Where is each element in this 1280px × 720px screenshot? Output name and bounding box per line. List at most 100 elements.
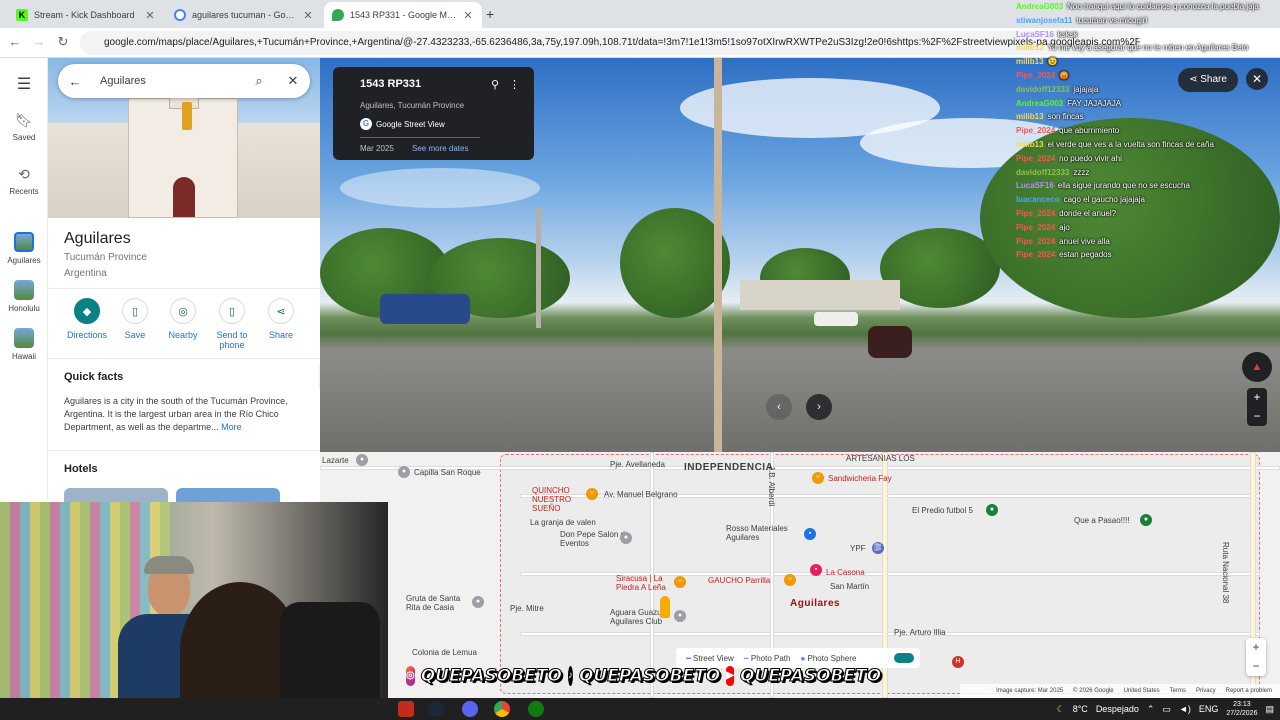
rail-honolulu[interactable]: Honolulu: [0, 280, 48, 313]
moon-icon: ☾: [1056, 703, 1065, 714]
share-button[interactable]: ⋖ Share: [256, 298, 306, 340]
chrome-icon[interactable]: [494, 701, 510, 717]
send-to-phone-button[interactable]: ▯ Send to phone: [206, 298, 258, 350]
history-icon: ⟲: [18, 166, 30, 182]
park-pin-icon[interactable]: ●: [1140, 514, 1152, 526]
more-options-icon[interactable]: ⋮: [509, 78, 520, 91]
map-view[interactable]: Lazarte Capilla San Roque Pje. Avellaned…: [320, 452, 1280, 698]
zoom-in-icon[interactable]: +: [1247, 388, 1267, 407]
back-arrow-icon[interactable]: ←: [58, 74, 92, 89]
restaurant-pin-icon[interactable]: ⑂: [674, 576, 686, 588]
divider: [48, 450, 320, 451]
footer-item[interactable]: United States: [1124, 688, 1160, 694]
chevron-up-icon[interactable]: ⌃: [1147, 704, 1155, 715]
zoom-out-icon[interactable]: −: [1246, 657, 1266, 676]
pegman-icon[interactable]: [660, 596, 670, 618]
footer-item: Image capture: Mar 2025: [996, 688, 1064, 694]
compass-icon[interactable]: ▲: [1242, 352, 1272, 382]
place-pin-icon[interactable]: ●: [472, 596, 484, 608]
map-footer: Image capture: Mar 2025 © 2026 Google Un…: [960, 684, 1280, 698]
divider: [360, 137, 480, 138]
chat-message: davidoff12333 jajajaja: [1016, 83, 1280, 97]
see-more-dates-link[interactable]: See more dates: [412, 144, 468, 153]
close-tab-icon[interactable]: ✕: [462, 9, 474, 22]
discord-icon[interactable]: [462, 701, 478, 717]
rail-saved[interactable]: 🔖︎ Saved: [0, 112, 48, 142]
footer-item[interactable]: Terms: [1170, 688, 1186, 694]
tab-title: aguilares tucuman - Google Search: [192, 10, 298, 20]
close-tab-icon[interactable]: ✕: [302, 9, 314, 22]
chat-message: milib13 😉: [1016, 55, 1280, 69]
chat-user: Pipe_2024: [1016, 153, 1056, 163]
map-label: Rosso Materiales Aguilares: [726, 524, 788, 542]
restaurant-pin-icon[interactable]: ⑂: [784, 574, 796, 586]
reload-icon[interactable]: ↻: [54, 34, 72, 50]
rail-aguilares[interactable]: Aguilares: [0, 232, 48, 265]
tab-title: 1543 RP331 - Google Maps: [350, 10, 458, 20]
nearby-button[interactable]: ◎ Nearby: [158, 298, 208, 340]
tab-kick[interactable]: K Stream - Kick Dashboard ✕: [8, 2, 164, 28]
directions-button[interactable]: ◆ Directions: [62, 298, 112, 340]
hotel-photo[interactable]: [64, 488, 168, 502]
volume-icon[interactable]: ◄): [1179, 704, 1191, 714]
place-pin-icon[interactable]: ●: [674, 610, 686, 622]
place-pin-icon[interactable]: ●: [398, 466, 410, 478]
chat-user: davidoff12333: [1016, 84, 1070, 94]
back-icon[interactable]: ←: [6, 34, 24, 49]
location-pin-icon[interactable]: ⚲: [491, 78, 499, 91]
search-box[interactable]: ← Aguilares ⌕ ✕: [58, 64, 310, 98]
place-pin-icon[interactable]: ●: [620, 532, 632, 544]
windows-taskbar: ☾ 8°C Despejado ⌃ ▭ ◄) ENG 23:13 27/2/20…: [0, 698, 1280, 720]
chat-message: LucaSF16 ella sigue jurando que no se esc…: [1016, 179, 1280, 193]
clock-time: 23:13: [1233, 701, 1251, 708]
map-label: La Casona: [826, 568, 865, 577]
zoom-out-icon[interactable]: −: [1247, 407, 1267, 426]
restaurant-pin-icon[interactable]: ⑂: [586, 488, 598, 500]
map-label: YPF: [850, 544, 866, 553]
save-button[interactable]: ▯ Save: [110, 298, 160, 340]
prev-arrow-icon[interactable]: ‹: [766, 394, 792, 420]
fuel-pin-icon[interactable]: ⛽︎: [872, 542, 884, 554]
layer-toggle[interactable]: [894, 653, 914, 663]
notification-icon[interactable]: ▤: [1265, 704, 1274, 715]
map-label: Capilla San Roque: [414, 468, 481, 477]
tab-google-search[interactable]: aguilares tucuman - Google Search ✕: [166, 2, 322, 28]
rail-hawaii[interactable]: Hawaii: [0, 328, 48, 361]
zoom-in-icon[interactable]: +: [1246, 638, 1266, 657]
close-tab-icon[interactable]: ✕: [144, 9, 156, 22]
clock[interactable]: 23:13 27/2/2026: [1226, 700, 1257, 718]
map-label: Aguilares: [790, 598, 841, 609]
rail-recents[interactable]: ⟲ Recents: [0, 166, 48, 196]
map-label: Pje. Mitre: [510, 604, 544, 613]
xbox-icon[interactable]: [528, 701, 544, 717]
clear-icon[interactable]: ✕: [276, 73, 310, 89]
app-icon[interactable]: [398, 701, 414, 717]
footer-item[interactable]: Privacy: [1196, 688, 1216, 694]
network-icon[interactable]: ▭: [1162, 704, 1171, 715]
more-link[interactable]: More: [221, 422, 242, 432]
search-input[interactable]: Aguilares: [92, 75, 242, 87]
next-arrow-icon[interactable]: ›: [806, 394, 832, 420]
chat-message: LucaSF16 ksksk: [1016, 28, 1280, 42]
traffic-light: [182, 102, 192, 130]
search-icon[interactable]: ⌕: [242, 73, 276, 89]
hotel-pin-icon[interactable]: ▪: [810, 564, 822, 576]
map-label: INDEPENDENCIA: [684, 462, 774, 473]
hospital-pin-icon[interactable]: H: [952, 656, 964, 668]
chat-message: stiwanjosefa11 tucuman vs micugirl: [1016, 14, 1280, 28]
clock-date: 27/2/2026: [1226, 710, 1258, 717]
new-tab-button[interactable]: +: [486, 6, 494, 22]
park-pin-icon[interactable]: ●: [986, 504, 998, 516]
tab-google-maps[interactable]: 1543 RP331 - Google Maps ✕: [324, 2, 482, 28]
footer-item[interactable]: Report a problem: [1226, 688, 1272, 694]
url-input[interactable]: google.com/maps/place/Aguilares,+Tucumán…: [80, 31, 1140, 55]
chat-text: ella sigue jurando que no se escucha: [1057, 181, 1190, 191]
restaurant-pin-icon[interactable]: ⑂: [812, 472, 824, 484]
menu-icon[interactable]: ☰: [0, 74, 48, 94]
language-indicator[interactable]: ENG: [1199, 704, 1219, 714]
hotel-photo[interactable]: [176, 488, 280, 502]
steam-icon[interactable]: [428, 701, 444, 717]
shop-pin-icon[interactable]: ▪: [804, 528, 816, 540]
forward-icon[interactable]: →: [30, 34, 48, 49]
place-pin-icon[interactable]: ●: [356, 454, 368, 466]
